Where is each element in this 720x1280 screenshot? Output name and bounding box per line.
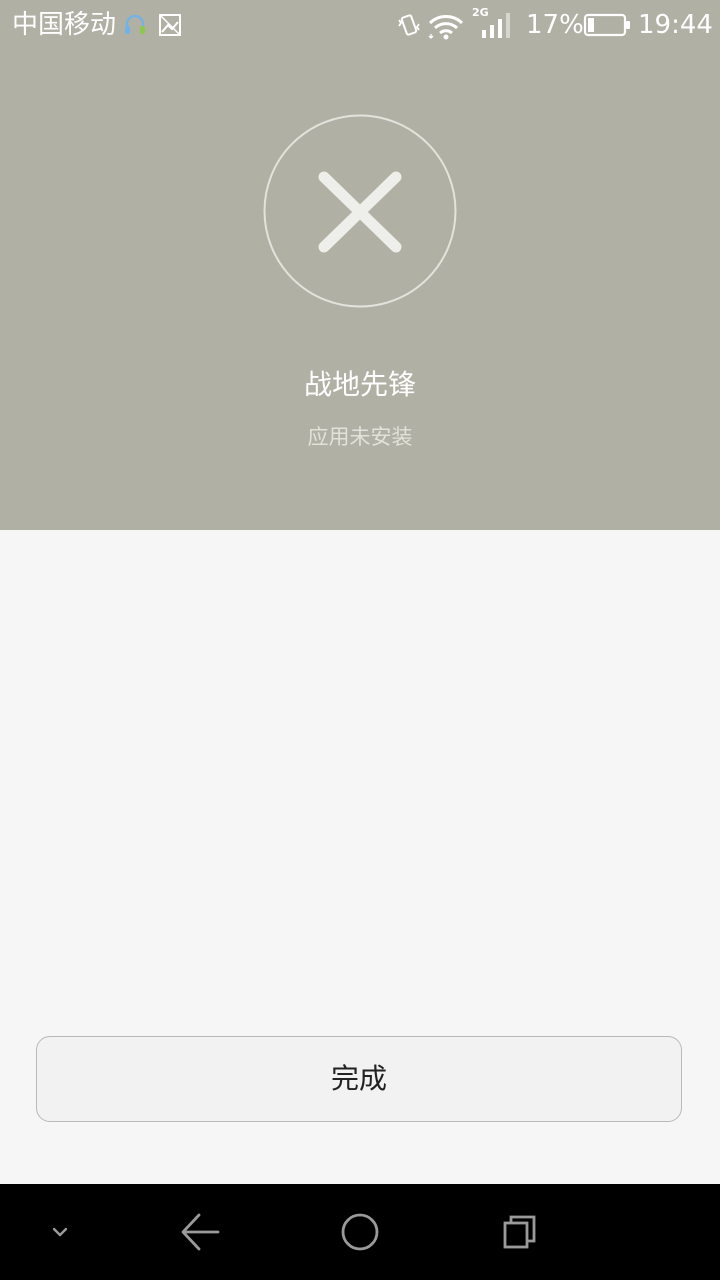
battery-icon — [583, 13, 630, 37]
status-bar: 中国移动 2G 17% 19:44 — [0, 0, 720, 52]
navigation-bar — [0, 1184, 720, 1280]
failed-indicator — [263, 114, 457, 308]
recents-icon[interactable] — [497, 1184, 543, 1280]
clock: 19:44 — [638, 10, 713, 40]
vibrate-icon — [398, 14, 420, 36]
home-icon[interactable] — [336, 1184, 384, 1280]
signal-icon — [482, 13, 510, 38]
back-icon[interactable] — [175, 1184, 225, 1280]
result-header: 中国移动 2G 17% 19:44 战地先锋 应用未安装 — [0, 0, 720, 530]
install-status-text: 应用未安装 — [307, 425, 413, 449]
carrier-name: 中国移动 — [12, 10, 117, 40]
close-icon — [318, 171, 402, 253]
done-button[interactable]: 完成 — [36, 1036, 682, 1122]
headset-notification-icon — [125, 14, 145, 34]
battery-percent: 17% — [526, 10, 584, 40]
install-result-screen: 中国移动 2G 17% 19:44 战地先锋 应用未安装 完成 — [0, 0, 720, 1280]
image-notification-icon — [159, 14, 181, 36]
hide-nav-icon[interactable] — [40, 1184, 80, 1280]
app-name: 战地先锋 — [303, 368, 416, 401]
wifi-icon — [428, 15, 464, 40]
